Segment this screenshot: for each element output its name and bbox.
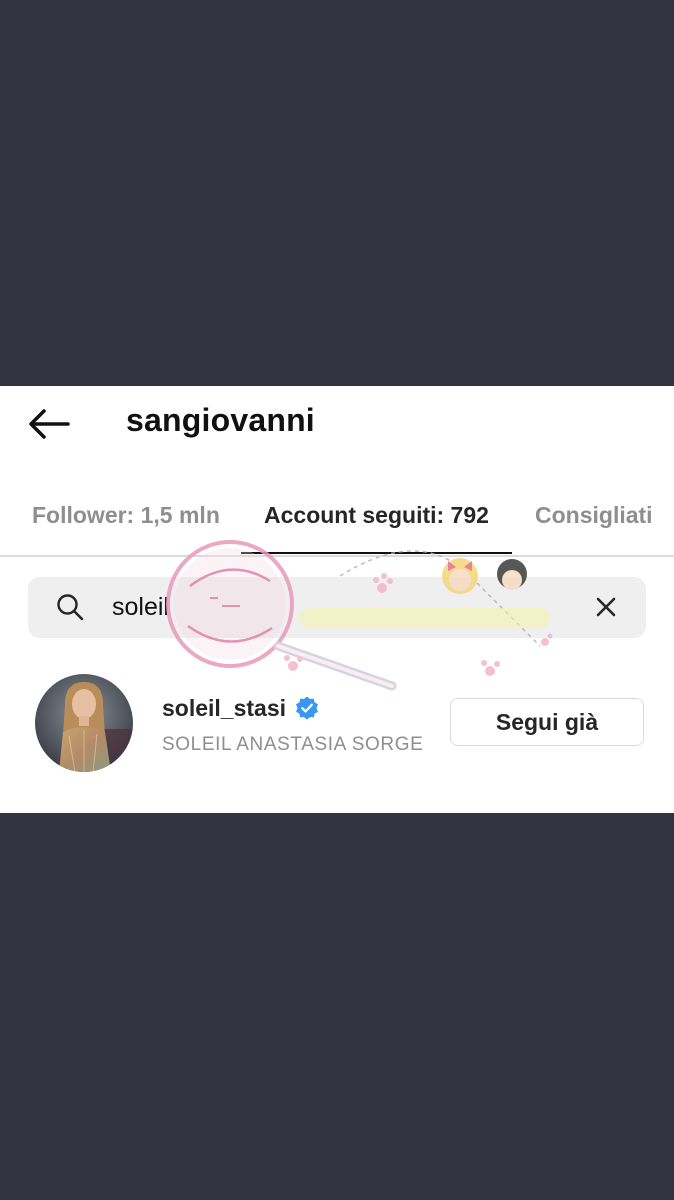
- result-username[interactable]: soleil_stasi: [162, 695, 286, 722]
- search-input[interactable]: [112, 585, 552, 629]
- profile-username-title: sangiovanni: [126, 402, 315, 438]
- avatar[interactable]: [35, 674, 133, 772]
- list-item[interactable]: soleil_stasi SOLEIL ANASTASIA SORGE Segu…: [0, 668, 674, 778]
- search-bar: [28, 577, 646, 638]
- follow-tabs: Follower: 1,5 mln Account seguiti: 792 C…: [0, 486, 674, 556]
- clear-search-button[interactable]: [592, 593, 620, 621]
- verified-badge-icon: [294, 695, 320, 721]
- following-list-panel: sangiovanni Follower: 1,5 mln Account se…: [0, 386, 674, 813]
- following-button[interactable]: Segui già: [450, 698, 644, 746]
- tab-followers[interactable]: Follower: 1,5 mln: [32, 502, 220, 529]
- result-username-group: soleil_stasi: [162, 692, 320, 724]
- back-button[interactable]: [22, 404, 76, 444]
- arrow-left-icon: [29, 409, 70, 439]
- search-icon: [55, 592, 85, 622]
- result-full-name: SOLEIL ANASTASIA SORGE: [162, 734, 424, 755]
- close-icon: [596, 597, 616, 617]
- tab-suggested[interactable]: Consigliati: [535, 502, 653, 529]
- top-bar: sangiovanni: [0, 386, 674, 466]
- tab-following[interactable]: Account seguiti: 792: [264, 502, 489, 529]
- active-tab-indicator: [241, 552, 512, 554]
- tabs-divider: [0, 555, 674, 557]
